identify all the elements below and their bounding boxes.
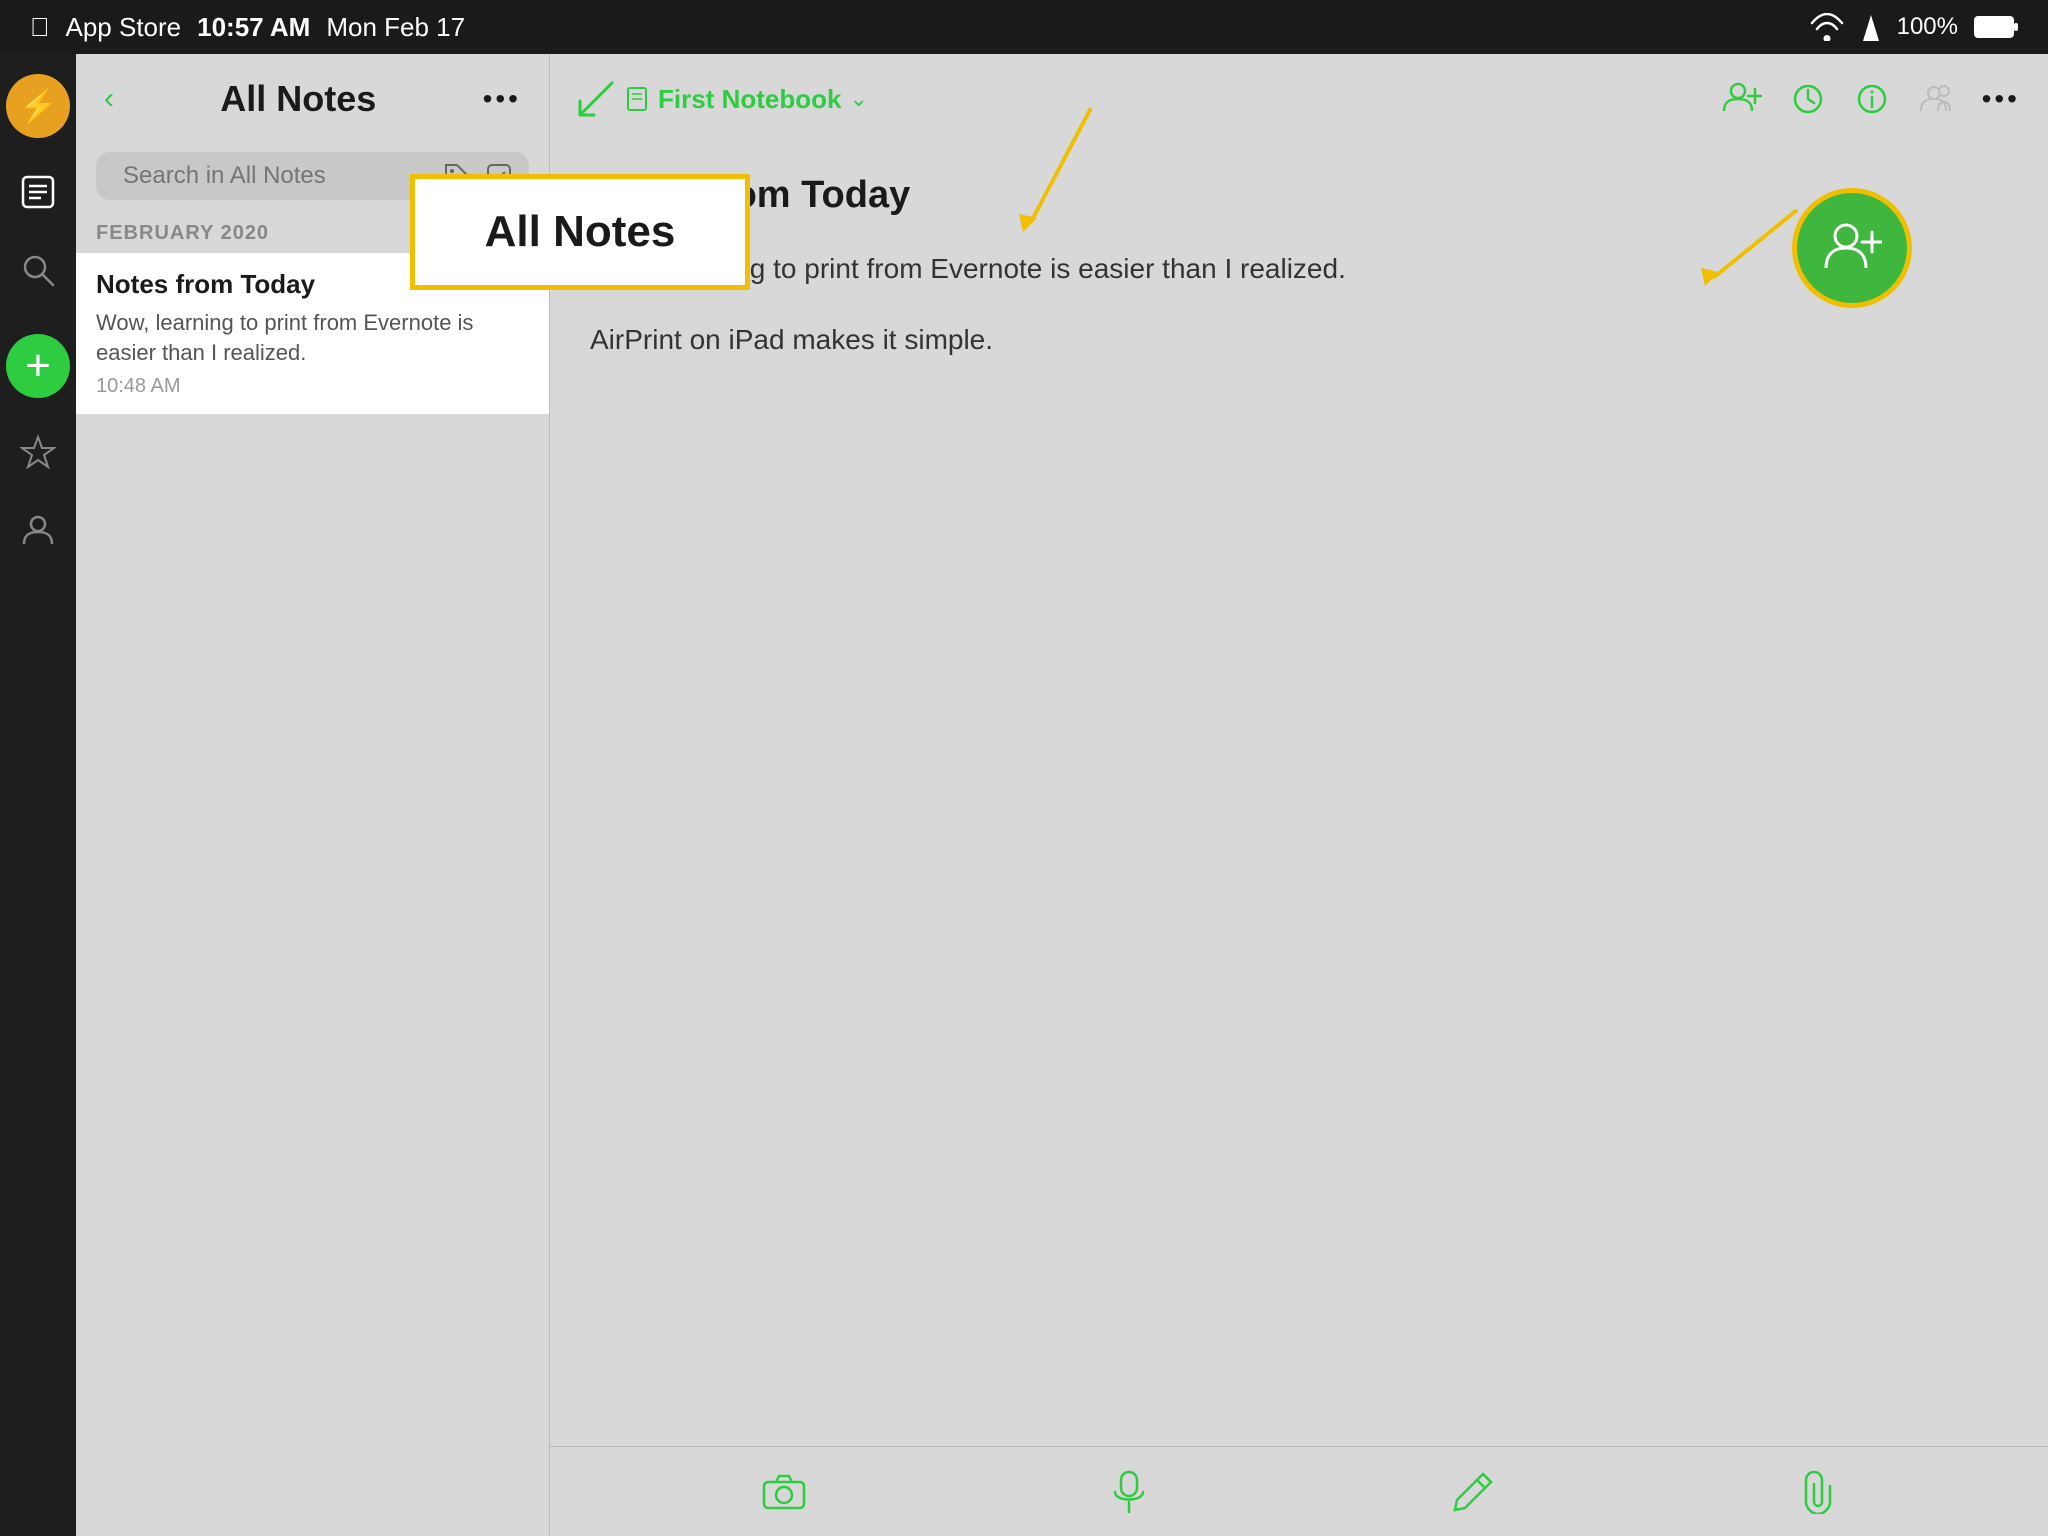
notebook-icon	[624, 86, 650, 112]
notes-list-header: ‹ All Notes •••	[76, 54, 549, 144]
apple-icon: 	[30, 12, 50, 43]
paperclip-icon[interactable]	[1800, 1470, 1836, 1514]
note-detail-panel: First Notebook ⌄	[550, 54, 2048, 1536]
signal-icon	[1861, 13, 1881, 41]
add-note-button[interactable]: +	[6, 334, 70, 398]
note-footer	[550, 1446, 2048, 1536]
sidebar-item-search[interactable]	[14, 246, 62, 294]
avatar-button[interactable]: ⚡	[6, 74, 70, 138]
note-content: Notes from Today Wow, learning to print …	[550, 144, 2048, 1446]
info-icon[interactable]	[1854, 81, 1890, 117]
search-icon	[20, 252, 56, 288]
status-bar-left:  App Store 10:57 AM Mon Feb 17	[30, 12, 465, 43]
note-body-line-2: AirPrint on iPad makes it simple.	[590, 318, 2008, 361]
sidebar-item-account[interactable]	[14, 506, 62, 554]
search-bar-icon	[112, 164, 113, 188]
microphone-icon[interactable]	[1111, 1470, 1147, 1514]
status-bar-right: 100%	[1809, 13, 2018, 41]
battery-label: 100%	[1897, 13, 1958, 41]
sidebar-item-notes[interactable]	[14, 168, 62, 216]
collaborator-icon	[1918, 81, 1954, 117]
callout-label: All Notes	[485, 207, 676, 257]
note-title: Notes from Today	[590, 174, 2008, 217]
status-time: 10:57 AM	[197, 12, 310, 43]
app-store-label: App Store	[66, 12, 182, 43]
note-body-line-1: Wow, learning to print from Evernote is …	[590, 247, 2008, 290]
note-detail-header-left: First Notebook ⌄	[578, 81, 868, 117]
back-button[interactable]: ‹	[104, 82, 114, 116]
note-body: Wow, learning to print from Evernote is …	[590, 247, 2008, 362]
notebook-selector[interactable]: First Notebook ⌄	[624, 84, 868, 115]
sidebar-item-favorites[interactable]	[14, 428, 62, 476]
add-person-icon[interactable]	[1722, 81, 1762, 117]
camera-icon[interactable]	[762, 1474, 806, 1510]
main-layout: ⚡ +	[0, 54, 2048, 1536]
star-icon	[20, 434, 56, 470]
avatar-icon: ⚡	[18, 87, 58, 125]
reminder-icon[interactable]	[1790, 81, 1826, 117]
notes-more-button[interactable]: •••	[483, 83, 521, 115]
note-item-time: 10:48 AM	[96, 375, 529, 398]
notebook-chevron: ⌄	[849, 86, 867, 112]
edit-back-icon[interactable]	[578, 81, 614, 117]
note-detail-header-right: •••	[1722, 81, 2020, 117]
person-icon	[20, 512, 56, 548]
notes-icon	[19, 173, 57, 211]
search-input[interactable]	[123, 162, 433, 190]
wifi-icon	[1809, 13, 1845, 41]
status-bar:  App Store 10:57 AM Mon Feb 17 100%	[0, 0, 2048, 54]
date-label: FEBRUARY 2020	[96, 222, 269, 244]
callout-box: All Notes	[410, 174, 750, 290]
add-icon: +	[25, 344, 51, 388]
notes-list-title: All Notes	[220, 78, 376, 120]
pen-icon[interactable]	[1451, 1470, 1495, 1514]
status-date: Mon Feb 17	[326, 12, 465, 43]
note-item-preview: Wow, learning to print from Evernote is …	[96, 308, 529, 367]
detail-more-button[interactable]: •••	[1982, 83, 2020, 115]
battery-icon	[1974, 15, 2018, 39]
notebook-name: First Notebook	[658, 84, 841, 115]
note-detail-header: First Notebook ⌄	[550, 54, 2048, 144]
dark-sidebar: ⚡ +	[0, 54, 76, 1536]
